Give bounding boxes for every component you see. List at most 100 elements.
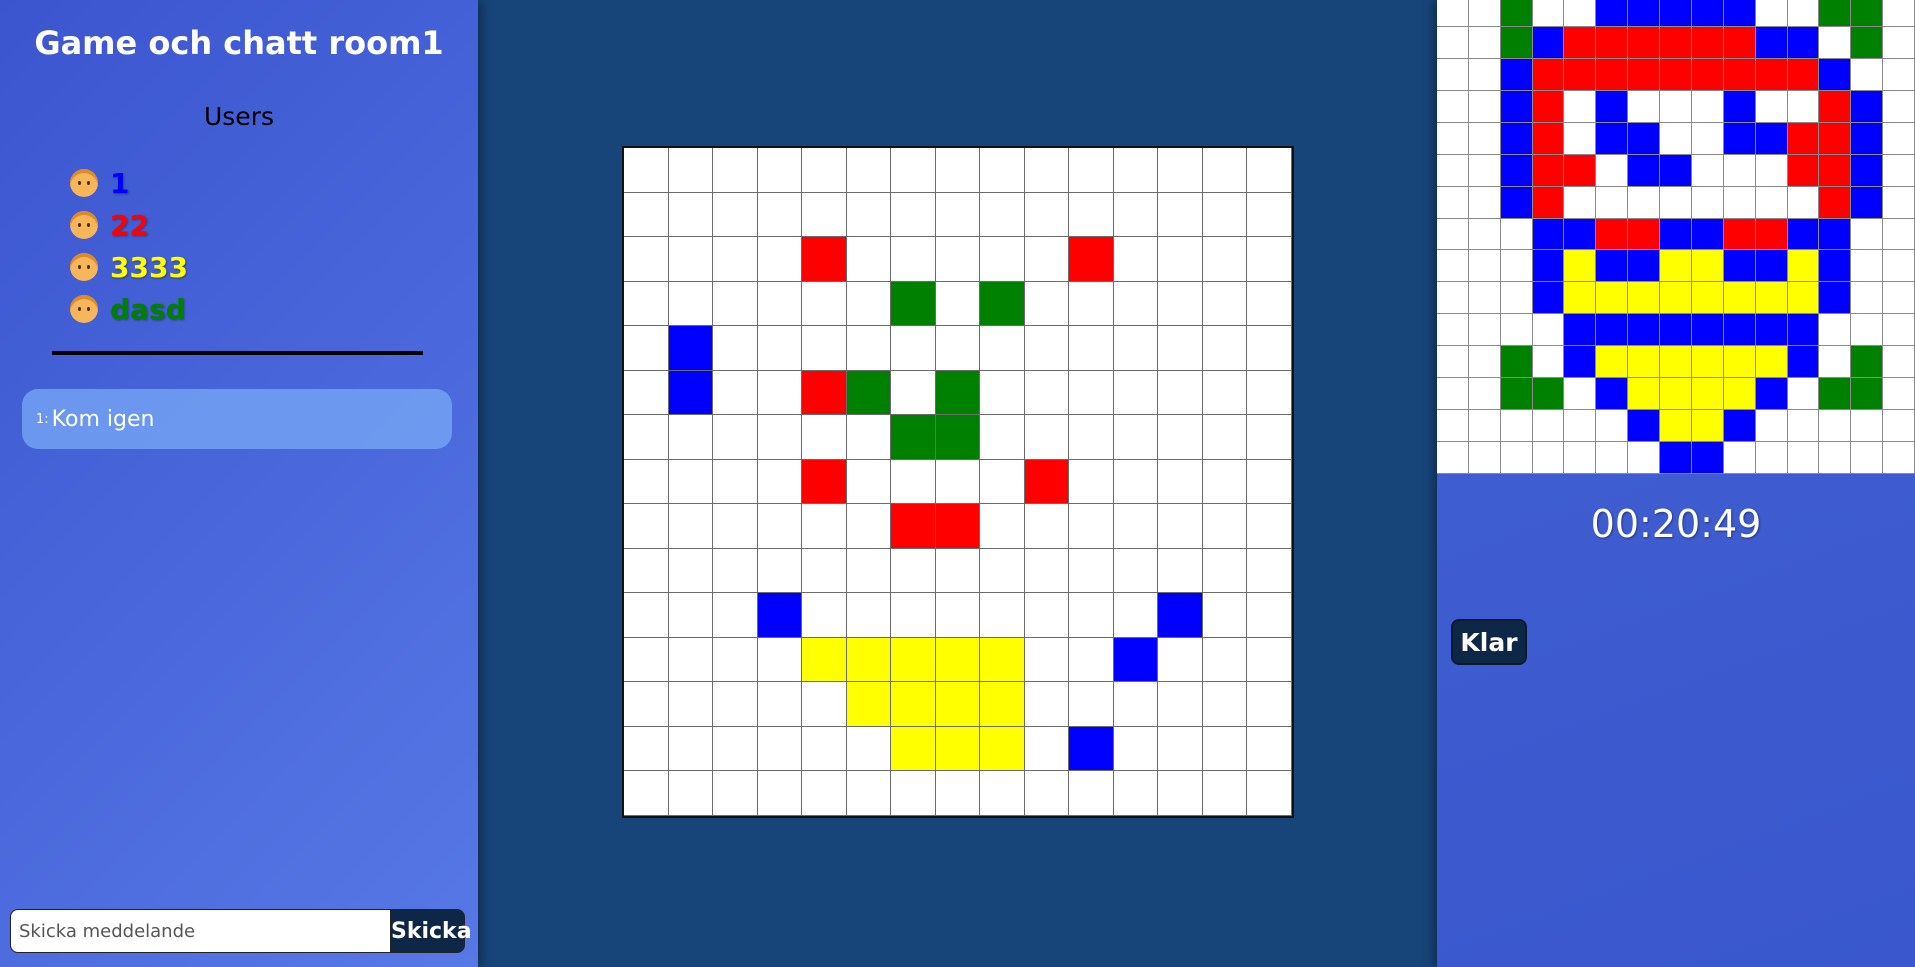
- board-cell[interactable]: [1247, 326, 1292, 371]
- board-cell[interactable]: [1158, 593, 1203, 638]
- board-cell[interactable]: [1024, 548, 1070, 594]
- board-cell[interactable]: [980, 726, 1025, 772]
- board-cell[interactable]: [1069, 326, 1114, 371]
- message-input[interactable]: [10, 909, 390, 953]
- board-cell[interactable]: [1158, 415, 1203, 460]
- board-cell[interactable]: [757, 459, 803, 505]
- board-cell[interactable]: [980, 771, 1025, 816]
- board-cell[interactable]: [935, 326, 981, 371]
- board-cell[interactable]: [668, 637, 714, 683]
- board-cell[interactable]: [846, 548, 892, 594]
- board-cell[interactable]: [1158, 370, 1203, 416]
- board-cell[interactable]: [802, 593, 847, 638]
- board-cell[interactable]: [1113, 726, 1159, 772]
- board-cell[interactable]: [1247, 771, 1292, 816]
- board-cell[interactable]: [846, 682, 892, 727]
- board-cell[interactable]: [1069, 370, 1114, 416]
- board-cell[interactable]: [1024, 370, 1070, 416]
- board-cell[interactable]: [802, 237, 847, 282]
- board-cell[interactable]: [1158, 148, 1203, 193]
- board-cell[interactable]: [1024, 415, 1070, 460]
- board-cell[interactable]: [1158, 548, 1203, 594]
- board-cell[interactable]: [713, 593, 758, 638]
- board-cell[interactable]: [980, 415, 1025, 460]
- board-cell[interactable]: [1247, 237, 1292, 282]
- board-cell[interactable]: [1024, 192, 1070, 238]
- board-cell[interactable]: [1202, 726, 1248, 772]
- board-cell[interactable]: [1113, 593, 1159, 638]
- board-cell[interactable]: [624, 370, 669, 416]
- board-cell[interactable]: [668, 593, 714, 638]
- board-cell[interactable]: [935, 192, 981, 238]
- board-cell[interactable]: [1113, 637, 1159, 683]
- board-cell[interactable]: [1024, 281, 1070, 327]
- board-cell[interactable]: [1024, 682, 1070, 727]
- board-cell[interactable]: [891, 237, 936, 282]
- board-cell[interactable]: [980, 593, 1025, 638]
- board-cell[interactable]: [1247, 637, 1292, 683]
- board-cell[interactable]: [757, 548, 803, 594]
- board-cell[interactable]: [1247, 682, 1292, 727]
- board-cell[interactable]: [891, 281, 936, 327]
- board-cell[interactable]: [802, 637, 847, 683]
- board-cell[interactable]: [713, 504, 758, 549]
- board-cell[interactable]: [1247, 192, 1292, 238]
- board-cell[interactable]: [713, 637, 758, 683]
- board-cell[interactable]: [624, 192, 669, 238]
- board-cell[interactable]: [624, 682, 669, 727]
- board-cell[interactable]: [757, 593, 803, 638]
- board-cell[interactable]: [624, 326, 669, 371]
- board-cell[interactable]: [1202, 637, 1248, 683]
- board-cell[interactable]: [980, 504, 1025, 549]
- board-cell[interactable]: [891, 370, 936, 416]
- board-cell[interactable]: [757, 237, 803, 282]
- board-cell[interactable]: [1113, 370, 1159, 416]
- board-cell[interactable]: [891, 682, 936, 727]
- board-cell[interactable]: [624, 415, 669, 460]
- board-cell[interactable]: [802, 504, 847, 549]
- board-cell[interactable]: [891, 593, 936, 638]
- board-cell[interactable]: [1202, 548, 1248, 594]
- board-cell[interactable]: [1247, 459, 1292, 505]
- board-cell[interactable]: [1069, 637, 1114, 683]
- send-button[interactable]: Skicka: [390, 909, 472, 953]
- board-cell[interactable]: [1069, 415, 1114, 460]
- board-cell[interactable]: [757, 504, 803, 549]
- board-cell[interactable]: [713, 281, 758, 327]
- done-button[interactable]: Klar: [1451, 619, 1527, 665]
- board-cell[interactable]: [757, 771, 803, 816]
- board-cell[interactable]: [1024, 771, 1070, 816]
- board-cell[interactable]: [1069, 682, 1114, 727]
- board-cell[interactable]: [935, 148, 981, 193]
- board-cell[interactable]: [1069, 504, 1114, 549]
- board-cell[interactable]: [1113, 415, 1159, 460]
- board-cell[interactable]: [624, 637, 669, 683]
- board-cell[interactable]: [713, 682, 758, 727]
- board-cell[interactable]: [624, 281, 669, 327]
- board-cell[interactable]: [935, 415, 981, 460]
- board-cell[interactable]: [757, 637, 803, 683]
- board-cell[interactable]: [802, 771, 847, 816]
- board-cell[interactable]: [980, 237, 1025, 282]
- board-cell[interactable]: [891, 637, 936, 683]
- board-cell[interactable]: [891, 326, 936, 371]
- board-cell[interactable]: [1202, 370, 1248, 416]
- board-cell[interactable]: [668, 281, 714, 327]
- board-cell[interactable]: [846, 415, 892, 460]
- board-cell[interactable]: [713, 771, 758, 816]
- board-cell[interactable]: [624, 593, 669, 638]
- board-cell[interactable]: [1024, 459, 1070, 505]
- board-cell[interactable]: [668, 504, 714, 549]
- board-cell[interactable]: [1113, 148, 1159, 193]
- board-cell[interactable]: [624, 771, 669, 816]
- board-cell[interactable]: [1113, 237, 1159, 282]
- board-cell[interactable]: [624, 726, 669, 772]
- board-cell[interactable]: [757, 326, 803, 371]
- board-cell[interactable]: [713, 459, 758, 505]
- board-cell[interactable]: [668, 415, 714, 460]
- board-cell[interactable]: [980, 459, 1025, 505]
- board-cell[interactable]: [1202, 326, 1248, 371]
- board-cell[interactable]: [846, 237, 892, 282]
- board-cell[interactable]: [1202, 771, 1248, 816]
- board-cell[interactable]: [1069, 593, 1114, 638]
